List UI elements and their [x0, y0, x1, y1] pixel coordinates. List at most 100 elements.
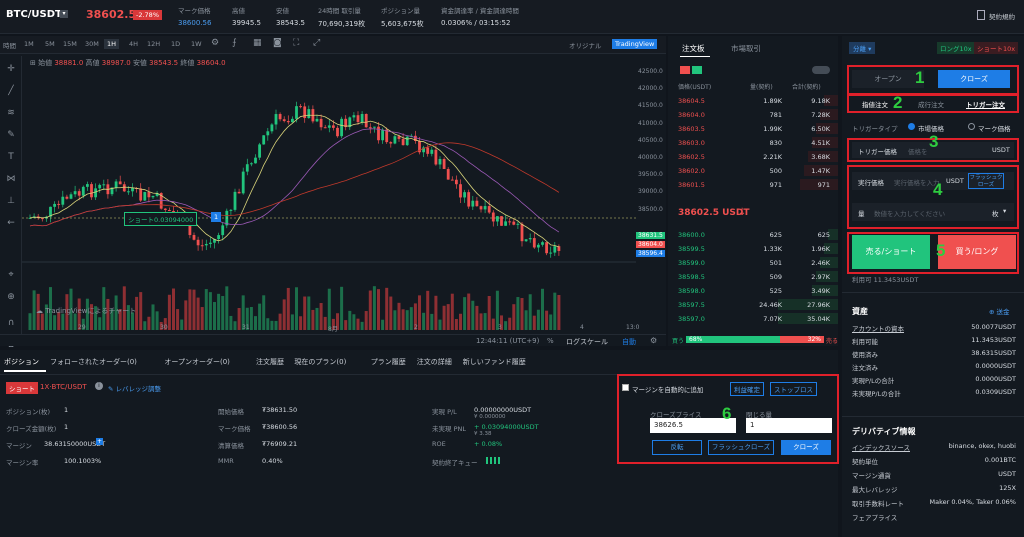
bid-row[interactable]: 38599.0 501 2.46K	[668, 256, 838, 269]
expand-icon[interactable]: ⤢	[313, 38, 320, 48]
position-tab[interactable]: 注文の詳細	[417, 357, 452, 367]
position-tab[interactable]: フォローされたオーダー(0)	[50, 357, 137, 367]
info-icon[interactable]: i	[95, 382, 103, 390]
pair-selector[interactable]: BTC/USDT	[6, 9, 62, 20]
tf-12h[interactable]: 12H	[147, 40, 160, 48]
position-tab[interactable]: プラン履歴	[371, 357, 406, 367]
last-price: 38602.5	[86, 8, 137, 21]
bid-row[interactable]: 38597.0 7.07K 35.04K	[668, 312, 838, 325]
position-tab[interactable]: 注文履歴	[256, 357, 284, 367]
tab-market-trades[interactable]: 市場取引	[731, 43, 761, 54]
bid-row[interactable]: 38597.5 24.46K 27.96K	[668, 298, 838, 311]
candle-body	[139, 188, 143, 201]
market-price-radio[interactable]	[908, 123, 915, 130]
document-icon[interactable]	[977, 10, 985, 20]
long-leverage[interactable]: ロング10x	[937, 42, 975, 54]
ohlc-readout: ⊞ 始値 38881.0 高値 38987.0 安値 38543.5 終値 38…	[30, 59, 226, 67]
margin-mode-select[interactable]: 分離 ▾	[849, 42, 876, 54]
tf-1h[interactable]: 1H	[104, 39, 120, 49]
tf-15m[interactable]: 15M	[63, 40, 77, 48]
back-icon[interactable]: ←	[5, 218, 17, 228]
auto-scale-toggle[interactable]: 自動	[622, 337, 636, 347]
tf-1w[interactable]: 1W	[191, 40, 202, 48]
candle-body	[258, 144, 261, 158]
ask-row[interactable]: 38602.0 500 1.47K	[668, 164, 838, 177]
candle-body	[377, 126, 380, 141]
ask-row[interactable]: 38601.5 971 971	[668, 178, 838, 191]
x-tick: 30	[160, 324, 168, 331]
ruler-icon[interactable]: ⌖	[5, 270, 17, 280]
candle-body	[241, 171, 245, 194]
sell-ratio-bar: 32%	[780, 336, 824, 343]
bid-row[interactable]: 38599.5 1.33K 1.96K	[668, 242, 838, 255]
clock: 12:44:11 (UTC+9)	[476, 337, 540, 345]
layout-icon[interactable]: ▦	[253, 38, 262, 48]
leverage-adjust-link[interactable]: ✎ レバレッジ調整	[108, 383, 161, 393]
zoom-icon[interactable]: ⊕	[5, 292, 17, 302]
fullscreen-icon[interactable]: ⛶	[293, 38, 299, 48]
add-margin-icon[interactable]: +	[96, 438, 103, 445]
candle-body	[500, 216, 503, 226]
tf-1d[interactable]: 1D	[171, 40, 180, 48]
trendline-icon[interactable]: ╱	[5, 86, 17, 96]
ask-row[interactable]: 38604.0 781 7.28K	[668, 108, 838, 121]
chevron-down-icon[interactable]: ▾	[60, 10, 68, 18]
position-tab[interactable]: 現在のプラン(0)	[294, 357, 346, 367]
candle-body	[479, 206, 483, 210]
ask-price: 38604.0	[678, 111, 705, 119]
brush-icon[interactable]: ✎	[5, 130, 17, 140]
candle-body	[487, 206, 491, 213]
pattern-icon[interactable]: ⋈	[5, 174, 17, 184]
agreement-link[interactable]: 契約規約	[989, 11, 1015, 21]
asks-only-icon[interactable]	[680, 66, 690, 74]
transfer-link[interactable]: ⊕ 送金	[989, 306, 1010, 316]
chart-area[interactable]: 時間 1M 5M 15M 30M 1H 4H 12H 1D 1W ⚙ ⨍ ▦ ◙…	[0, 36, 666, 350]
short-leverage[interactable]: ショート10x	[974, 42, 1019, 54]
tf-1m[interactable]: 1M	[24, 40, 34, 48]
fib-icon[interactable]: ≋	[5, 108, 17, 118]
derivatives-title: デリバティブ情報	[852, 427, 916, 436]
short-position-label[interactable]: ショート0.03094000	[124, 212, 198, 226]
bid-qty: 24.46K	[759, 301, 782, 309]
indicator-icon[interactable]: ⨍	[232, 38, 237, 48]
x-tick: 13:0	[626, 324, 640, 331]
annotation-box-2	[847, 94, 1019, 113]
position-tab[interactable]: オープンオーダー(0)	[164, 357, 230, 367]
view-tradingview[interactable]: TradingView	[612, 39, 658, 49]
bids-only-icon[interactable]	[692, 66, 702, 74]
camera-icon[interactable]: ◙	[273, 38, 282, 48]
position-tab[interactable]: ポジション	[4, 357, 39, 367]
ask-qty: 1.89K	[763, 97, 782, 105]
position-tab[interactable]: 新しいファンド履歴	[463, 357, 526, 367]
tf-4h[interactable]: 4H	[129, 40, 138, 48]
tab-orderbook[interactable]: 注文板	[682, 43, 705, 54]
view-original[interactable]: オリジナル	[567, 39, 604, 51]
chart-settings-icon[interactable]: ⚙	[650, 336, 657, 345]
settings-icon[interactable]: ⚙	[211, 38, 219, 48]
ask-row[interactable]: 38603.5 1.99K 6.50K	[668, 122, 838, 135]
ask-row[interactable]: 38602.5 2.21K 3.68K	[668, 150, 838, 163]
bid-qty: 509	[769, 273, 782, 281]
bid-row[interactable]: 38598.0 525 3.49K	[668, 284, 838, 297]
crosshair-icon[interactable]: ✛	[5, 64, 17, 74]
measure-icon[interactable]: ⊥	[5, 196, 17, 206]
annotation-box-1	[847, 65, 1019, 95]
position-field-label: 未実現 PNL	[432, 425, 466, 433]
position-tab-underline	[4, 370, 46, 372]
log-scale-toggle[interactable]: ログスケール	[566, 337, 608, 347]
mark-price-radio[interactable]	[968, 123, 975, 130]
ask-row[interactable]: 38603.0 830 4.51K	[668, 136, 838, 149]
orderbook-toggle[interactable]	[812, 66, 830, 74]
ask-row[interactable]: 38604.5 1.89K 9.18K	[668, 94, 838, 107]
magnet-icon[interactable]: ∩	[5, 318, 17, 328]
candlestick-chart[interactable]	[22, 68, 636, 332]
bid-price: 38599.0	[678, 259, 705, 267]
tf-30m[interactable]: 30M	[85, 40, 99, 48]
bid-row[interactable]: 38598.5 509 2.97K	[668, 270, 838, 283]
candle-body	[102, 184, 106, 186]
tf-5m[interactable]: 5M	[45, 40, 55, 48]
price-tag: 38596.4	[636, 250, 665, 257]
text-icon[interactable]: T	[5, 152, 17, 162]
bid-row[interactable]: 38600.0 625 625	[668, 228, 838, 241]
percent-toggle[interactable]: %	[547, 337, 554, 345]
